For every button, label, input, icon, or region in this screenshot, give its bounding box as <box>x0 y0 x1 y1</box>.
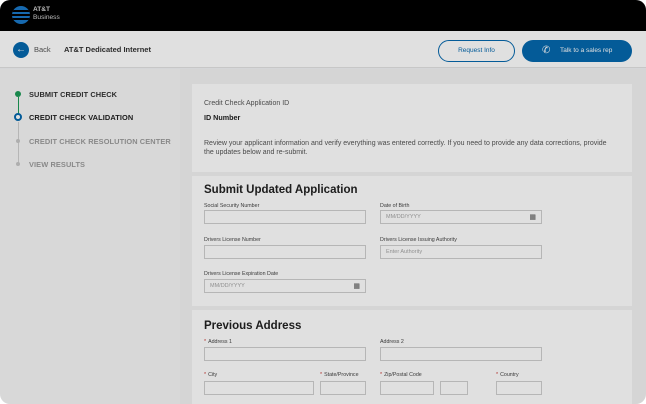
country-label-text: Country <box>500 372 519 378</box>
dl-expiration-placeholder: MM/DD/YYYY <box>210 283 245 289</box>
required-marker: * <box>380 372 383 378</box>
step-submit-credit-check[interactable]: SUBMIT CREDIT CHECK <box>29 90 117 99</box>
country-input[interactable] <box>496 381 542 395</box>
city-label-text: City <box>208 372 218 378</box>
required-marker: * <box>204 372 207 378</box>
zip-label: * Zip/Postal Code <box>380 372 422 378</box>
brand-sub: Business <box>33 14 60 21</box>
app-frame: AT&T Business ← Back AT&T Dedicated Inte… <box>0 0 646 404</box>
step-pending-icon <box>16 139 20 143</box>
state-label-text: State/Province <box>324 372 359 378</box>
talk-to-sales-button[interactable]: ✆ Talk to a sales rep <box>522 40 632 62</box>
back-arrow-icon[interactable]: ← <box>13 42 29 58</box>
dl-expiration-label: Drivers License Expiration Date <box>204 271 279 277</box>
address2-label: Address 2 <box>380 339 404 345</box>
application-id-label: Credit Check Application ID <box>204 100 290 107</box>
required-marker: * <box>204 339 207 345</box>
dl-authority-input[interactable]: Enter Authority <box>380 245 542 259</box>
required-marker: * <box>320 372 323 378</box>
address2-input[interactable] <box>380 347 542 361</box>
address1-label: * Address 1 <box>204 339 232 345</box>
step-connector <box>17 122 19 164</box>
page-title: AT&T Dedicated Internet <box>64 45 151 54</box>
application-summary-card <box>192 84 632 172</box>
brand-text: AT&T Business <box>33 6 60 22</box>
city-input[interactable] <box>204 381 314 395</box>
dl-expiration-input[interactable]: MM/DD/YYYY ▦ <box>204 279 366 293</box>
ssn-input[interactable] <box>204 210 366 224</box>
dl-authority-placeholder: Enter Authority <box>386 249 423 255</box>
required-marker: * <box>496 372 499 378</box>
step-credit-check-validation[interactable]: CREDIT CHECK VALIDATION <box>29 113 133 122</box>
att-globe-logo-icon[interactable] <box>12 6 30 24</box>
dl-number-input[interactable] <box>204 245 366 259</box>
dl-number-label: Drivers License Number <box>204 237 261 243</box>
zip-extension-input[interactable] <box>440 381 468 395</box>
back-link[interactable]: Back <box>34 45 51 54</box>
updated-application-title: Submit Updated Application <box>204 184 358 196</box>
talk-to-sales-label: Talk to a sales rep <box>560 47 613 54</box>
state-input[interactable] <box>320 381 366 395</box>
address1-label-text: Address 1 <box>208 339 232 345</box>
review-instructions: Review your applicant information and ve… <box>204 140 607 157</box>
zip-label-text: Zip/Postal Code <box>384 372 422 378</box>
country-label: * Country <box>496 372 519 378</box>
application-id-value: ID Number <box>204 113 241 122</box>
zip-input[interactable] <box>380 381 434 395</box>
brand-name: AT&T <box>33 6 51 13</box>
step-view-results: VIEW RESULTS <box>29 160 86 169</box>
step-pending-icon <box>16 162 20 166</box>
dob-label: Date of Birth <box>380 203 410 209</box>
calendar-icon[interactable]: ▦ <box>529 213 536 222</box>
ssn-label: Social Security Number <box>204 203 260 209</box>
state-label: * State/Province <box>320 372 359 378</box>
step-complete-icon <box>15 91 21 97</box>
dl-authority-label: Drivers License Issuing Authority <box>380 237 457 243</box>
address1-input[interactable] <box>204 347 366 361</box>
dob-input[interactable]: MM/DD/YYYY ▦ <box>380 210 542 224</box>
brand-bar: AT&T Business <box>0 0 646 31</box>
phone-icon: ✆ <box>542 45 551 56</box>
calendar-icon[interactable]: ▦ <box>353 282 360 291</box>
request-info-button[interactable]: Request Info <box>438 40 515 62</box>
previous-address-title: Previous Address <box>204 320 302 332</box>
dob-placeholder: MM/DD/YYYY <box>386 214 421 220</box>
page-header: ← Back AT&T Dedicated Internet Request I… <box>0 31 646 68</box>
step-resolution-center: CREDIT CHECK RESOLUTION CENTER <box>29 137 171 146</box>
step-current-icon <box>14 113 22 121</box>
city-label: * City <box>204 372 217 378</box>
